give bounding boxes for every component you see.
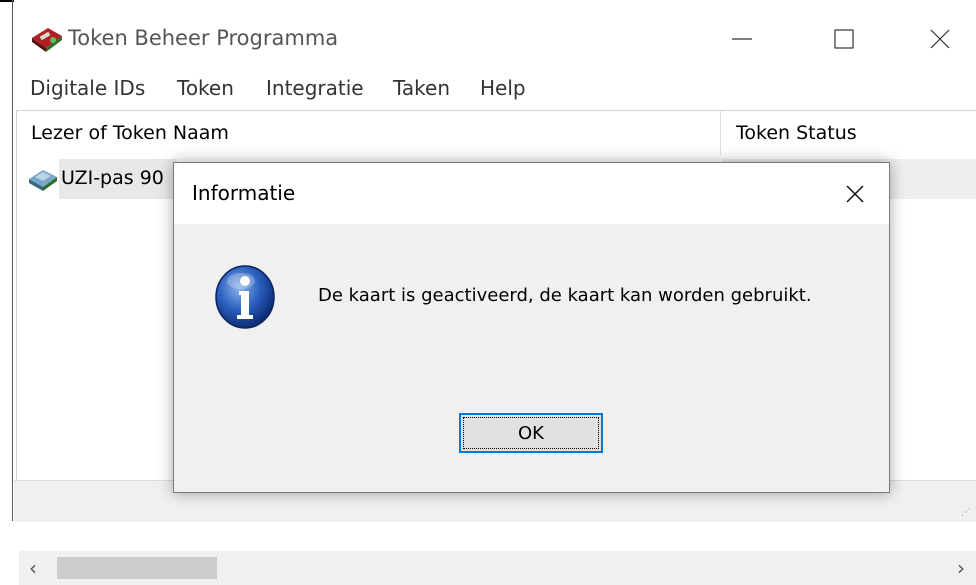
menu-bar: Digitale IDs Token Integratie Taken Help (14, 68, 976, 110)
window-left-border (12, 0, 13, 521)
close-icon (846, 185, 864, 203)
close-button[interactable] (912, 16, 968, 62)
minimize-icon (732, 38, 752, 40)
token-app-icon (32, 28, 62, 52)
minimize-button[interactable] (714, 16, 770, 62)
focus-rectangle (463, 417, 599, 449)
smartcard-reader-icon (29, 170, 57, 191)
info-icon (215, 265, 275, 329)
dialog-close-button[interactable] (840, 179, 870, 209)
menu-help[interactable]: Help (480, 76, 526, 100)
menu-taken[interactable]: Taken (393, 76, 450, 100)
close-icon (930, 29, 950, 49)
scroll-thumb[interactable] (57, 557, 217, 579)
info-dialog: Informatie De kaart is geactiveerd, de k… (173, 162, 890, 493)
column-header-name[interactable]: Lezer of Token Naam (17, 111, 721, 155)
dialog-title: Informatie (192, 181, 296, 205)
maximize-icon (834, 29, 854, 49)
ok-button[interactable]: OK (459, 413, 603, 453)
window-title: Token Beheer Programma (68, 26, 339, 50)
dialog-title-bar[interactable]: Informatie (174, 163, 889, 224)
column-header-status[interactable]: Token Status (722, 111, 976, 155)
menu-integratie[interactable]: Integratie (266, 76, 364, 100)
column-header-name-label: Lezer of Token Naam (31, 122, 229, 144)
menu-digitale-ids[interactable]: Digitale IDs (30, 76, 145, 100)
resize-grip-icon[interactable]: ⋰ (961, 507, 972, 518)
scroll-left-icon[interactable]: ‹ (29, 556, 37, 580)
maximize-button[interactable] (816, 16, 872, 62)
title-bar[interactable]: Token Beheer Programma (14, 2, 976, 68)
scroll-right-icon[interactable]: › (957, 556, 965, 580)
token-name: UZI-pas 90 (61, 167, 164, 189)
dialog-message: De kaart is geactiveerd, de kaart kan wo… (318, 285, 812, 306)
menu-token[interactable]: Token (177, 76, 234, 100)
horizontal-scrollbar[interactable]: ‹ › (19, 551, 976, 585)
column-header-status-label: Token Status (736, 122, 857, 144)
